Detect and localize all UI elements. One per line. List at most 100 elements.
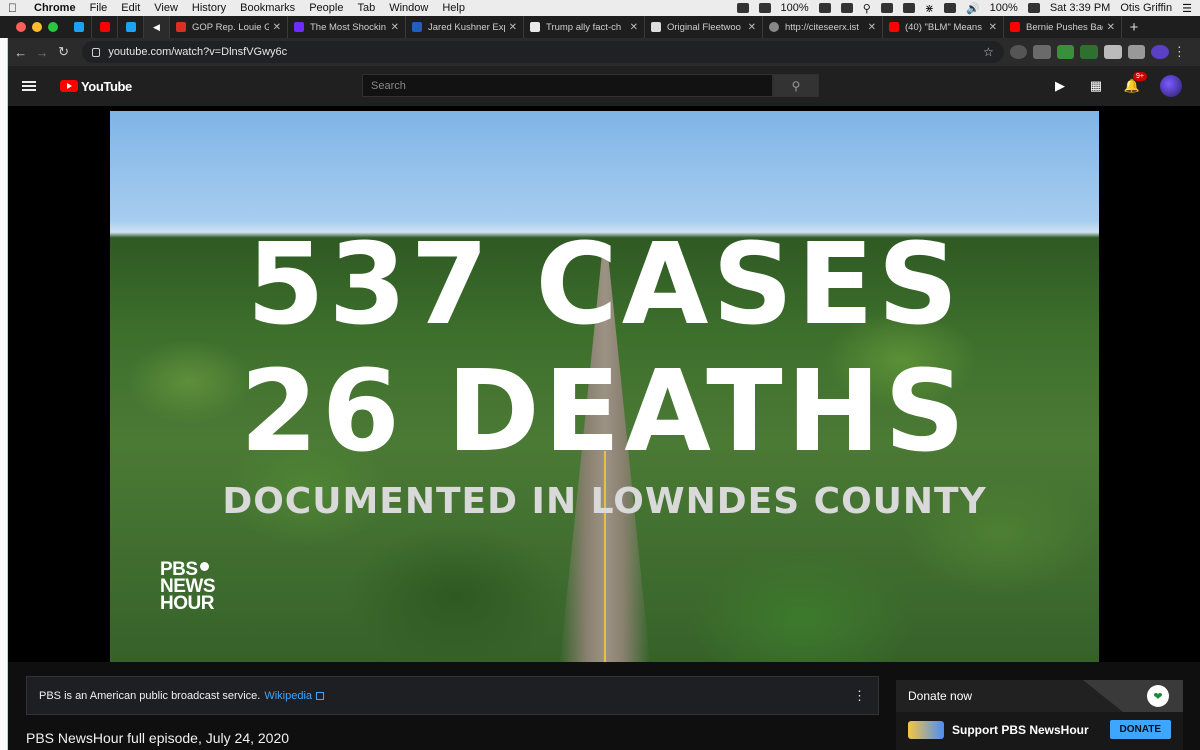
volume-icon[interactable]: 🔊	[966, 2, 980, 15]
background-window-edge	[0, 38, 8, 750]
tab-pinned-twitter[interactable]	[66, 16, 92, 38]
spotlight-icon[interactable]: ⚲	[863, 2, 871, 15]
dropbox-icon[interactable]	[736, 3, 749, 13]
close-tab-icon[interactable]: ✕	[509, 22, 517, 33]
menu-app-chrome[interactable]: Chrome	[34, 2, 76, 14]
time-machine-icon[interactable]	[902, 3, 915, 13]
menu-list-icon[interactable]: ☰	[1182, 2, 1192, 15]
tab-jared-kushner[interactable]: Jared Kushner Exp ✕	[406, 16, 524, 38]
wifi-icon[interactable]	[943, 3, 956, 13]
pbs-logo-line3: HOUR	[160, 593, 214, 614]
tab-trump-ally[interactable]: Trump ally fact-ch ✕	[524, 16, 645, 38]
window-controls	[0, 22, 66, 32]
tab-gop-rep[interactable]: GOP Rep. Louie G ✕	[170, 16, 288, 38]
tab-title: Original Fleetwoo	[667, 21, 741, 33]
heart-icon: ❤	[1147, 685, 1169, 707]
close-window-button[interactable]	[16, 22, 26, 32]
close-tab-icon[interactable]: ✕	[391, 22, 399, 33]
tab-pinned-twitter-2[interactable]	[118, 16, 144, 38]
menu-people[interactable]: People	[309, 2, 343, 14]
close-tab-icon[interactable]: ✕	[630, 22, 638, 33]
apple-icon[interactable]: 	[8, 1, 22, 15]
menu-file[interactable]: File	[90, 2, 108, 14]
menu-tab[interactable]: Tab	[357, 2, 375, 14]
profile-avatar[interactable]	[1151, 45, 1169, 59]
accessibility-icon[interactable]	[840, 3, 853, 13]
more-options-icon[interactable]: ⋮	[853, 689, 866, 702]
address-bar[interactable]: youtube.com/watch?v=DlnsfVGwy6c ☆	[82, 41, 1004, 63]
extension-pocket-icon[interactable]	[1033, 45, 1051, 59]
video-title: PBS NewsHour full episode, July 24, 2020	[26, 730, 290, 746]
zoom-window-button[interactable]	[48, 22, 58, 32]
tab-title: GOP Rep. Louie G	[192, 21, 269, 33]
media-queue-icon[interactable]	[1127, 45, 1146, 59]
menu-edit[interactable]: Edit	[121, 2, 140, 14]
search-button[interactable]: ⚲	[773, 74, 819, 97]
notifications-bell-icon[interactable]: 🔔 9+	[1124, 72, 1147, 94]
back-button[interactable]: ←	[10, 45, 31, 60]
notification-badge: 9+	[1133, 72, 1147, 81]
close-tab-icon[interactable]: ✕	[1107, 22, 1115, 33]
tab-blm-means[interactable]: (40) "BLM" Means ✕	[883, 16, 1004, 38]
battery-percent: 100%	[780, 2, 809, 14]
menubar-clock[interactable]: Sat 3:39 PM	[1050, 2, 1111, 14]
close-tab-icon[interactable]: ✕	[868, 22, 876, 33]
tab-title: (40) "BLM" Means	[905, 21, 982, 33]
battery-status-icon[interactable]	[1027, 3, 1040, 13]
mac-menubar:  Chrome File Edit View History Bookmark…	[0, 0, 1200, 16]
browser-toolbar: ← → ↻ youtube.com/watch?v=DlnsfVGwy6c ☆ …	[0, 38, 1200, 66]
headline-cases: 537 CASES	[246, 220, 963, 350]
battery-icon[interactable]	[758, 3, 771, 13]
youtube-logo-text: YouTube	[81, 78, 132, 94]
search-input[interactable]: Search	[362, 74, 773, 97]
tab-original-fleetwood[interactable]: Original Fleetwoo ✕	[645, 16, 763, 38]
twitter-icon	[73, 22, 84, 32]
favicon-icon	[176, 22, 186, 32]
menu-window[interactable]: Window	[389, 2, 428, 14]
video-frame[interactable]: 537 CASES 26 DEATHS DOCUMENTED IN LOWNDE…	[110, 111, 1099, 662]
tab-pinned-youtube[interactable]	[92, 16, 118, 38]
minimize-window-button[interactable]	[32, 22, 42, 32]
tab-title: The Most Shockin	[310, 21, 387, 33]
menu-view[interactable]: View	[154, 2, 178, 14]
tab-bernie-pushes[interactable]: Bernie Pushes Bac ✕	[1004, 16, 1122, 38]
bookmark-star-icon[interactable]: ☆	[983, 45, 994, 59]
speaker-icon: ◀	[153, 21, 160, 32]
menubar-user[interactable]: Otis Griffin	[1120, 2, 1172, 14]
lock-icon[interactable]	[92, 47, 101, 57]
support-label: Support PBS NewsHour	[952, 722, 1089, 737]
menu-help[interactable]: Help	[442, 2, 465, 14]
menu-bookmarks[interactable]: Bookmarks	[240, 2, 295, 14]
apps-grid-icon[interactable]: ▦	[1088, 78, 1104, 94]
external-link-icon[interactable]	[316, 691, 325, 700]
extension-green-icon[interactable]	[1056, 45, 1075, 59]
tab-most-shocking[interactable]: The Most Shockin ✕	[288, 16, 406, 38]
extension-excel-icon[interactable]	[1080, 45, 1098, 59]
forward-button[interactable]: →	[31, 45, 52, 60]
tab-citeseerx[interactable]: http://citeseerx.ist ✕	[763, 16, 883, 38]
browser-menu-icon[interactable]: ⋮	[1169, 44, 1190, 60]
wikipedia-link[interactable]: Wikipedia	[264, 690, 312, 702]
info-panel: PBS is an American public broadcast serv…	[26, 676, 879, 715]
youtube-logo[interactable]: YouTube	[60, 79, 132, 94]
bluetooth-icon[interactable]: ⋇	[925, 2, 934, 15]
hamburger-menu-icon[interactable]	[22, 81, 36, 91]
reload-button[interactable]: ↻	[53, 44, 74, 60]
cleaner-icon[interactable]	[818, 3, 831, 13]
avatar[interactable]	[1160, 75, 1182, 97]
close-tab-icon[interactable]: ✕	[989, 22, 997, 33]
donate-button[interactable]: DONATE	[1109, 720, 1171, 739]
close-tab-icon[interactable]: ✕	[273, 22, 281, 33]
video-player[interactable]: 537 CASES 26 DEATHS DOCUMENTED IN LOWNDE…	[8, 106, 1200, 662]
menu-history[interactable]: History	[192, 2, 226, 14]
youtube-icon	[99, 22, 110, 32]
siri-icon[interactable]	[880, 3, 893, 13]
new-tab-button[interactable]: +	[1122, 19, 1146, 36]
extension-circle-icon[interactable]	[1009, 45, 1028, 59]
create-video-icon[interactable]: ▶	[1052, 78, 1068, 94]
tab-title: Jared Kushner Exp	[428, 21, 505, 33]
tab-active-audio[interactable]: ◀	[144, 16, 170, 38]
extensions-puzzle-icon[interactable]	[1103, 45, 1122, 59]
close-tab-icon[interactable]: ✕	[748, 22, 756, 33]
twitter-icon	[125, 22, 136, 32]
